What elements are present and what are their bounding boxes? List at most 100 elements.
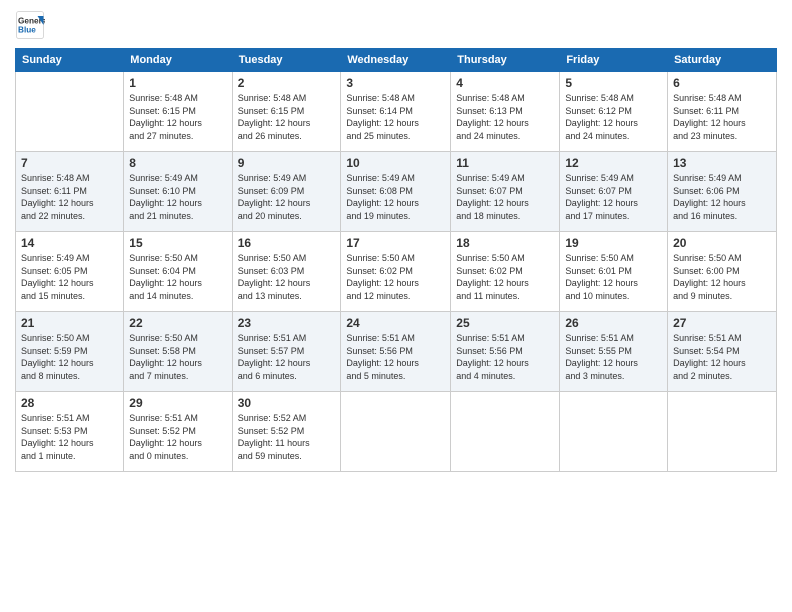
calendar-cell: 1 Sunrise: 5:48 AM Sunset: 6:15 PM Daylig… — [124, 72, 232, 152]
calendar-cell: 29Sunrise: 5:51 AM Sunset: 5:52 PM Dayli… — [124, 392, 232, 472]
calendar-cell: 11 Sunrise: 5:49 AM Sunset: 6:07 PM Dayli… — [451, 152, 560, 232]
calendar-cell: 10 Sunrise: 5:49 AM Sunset: 6:08 PM Dayli… — [341, 152, 451, 232]
calendar-cell: 19Sunrise: 5:50 AM Sunset: 6:01 PM Dayli… — [560, 232, 668, 312]
weekday-header-sunday: Sunday — [16, 49, 124, 72]
day-info: Sunrise: 5:49 AM Sunset: 6:06 PM Dayligh… — [673, 172, 771, 222]
day-number: 18 — [456, 236, 554, 250]
day-number: 5 — [565, 76, 662, 90]
calendar-cell — [451, 392, 560, 472]
day-number: 3 — [346, 76, 445, 90]
day-number: 11 — [456, 156, 554, 170]
calendar-cell: 27Sunrise: 5:51 AM Sunset: 5:54 PM Dayli… — [668, 312, 777, 392]
day-number: 29 — [129, 396, 226, 410]
day-info: Sunrise: 5:50 AM Sunset: 5:59 PM Dayligh… — [21, 332, 118, 382]
day-info: Sunrise: 5:51 AM Sunset: 5:55 PM Dayligh… — [565, 332, 662, 382]
header: General Blue — [15, 10, 777, 40]
calendar-cell: 30Sunrise: 5:52 AM Sunset: 5:52 PM Dayli… — [232, 392, 341, 472]
logo: General Blue — [15, 10, 45, 40]
weekday-header-row: SundayMondayTuesdayWednesdayThursdayFrid… — [16, 49, 777, 72]
day-number: 9 — [238, 156, 336, 170]
day-number: 13 — [673, 156, 771, 170]
day-number: 8 — [129, 156, 226, 170]
weekday-header-monday: Monday — [124, 49, 232, 72]
calendar-cell: 25 Sunrise: 5:51 AM Sunset: 5:56 PM Dayli… — [451, 312, 560, 392]
calendar-cell: 16 Sunrise: 5:50 AM Sunset: 6:03 PM Dayli… — [232, 232, 341, 312]
day-info: Sunrise: 5:49 AM Sunset: 6:07 PM Dayligh… — [456, 172, 554, 222]
day-number: 2 — [238, 76, 336, 90]
day-number: 6 — [673, 76, 771, 90]
calendar-week-4: 21 Sunrise: 5:50 AM Sunset: 5:59 PM Dayli… — [16, 312, 777, 392]
day-number: 19 — [565, 236, 662, 250]
day-number: 24 — [346, 316, 445, 330]
day-number: 30 — [238, 396, 336, 410]
day-info: Sunrise: 5:48 AM Sunset: 6:14 PM Dayligh… — [346, 92, 445, 142]
weekday-header-thursday: Thursday — [451, 49, 560, 72]
day-info: Sunrise: 5:50 AM Sunset: 6:03 PM Dayligh… — [238, 252, 336, 302]
weekday-header-friday: Friday — [560, 49, 668, 72]
day-number: 14 — [21, 236, 118, 250]
page: General Blue SundayMondayTuesdayWednesda… — [0, 0, 792, 612]
calendar-cell: 2 Sunrise: 5:48 AM Sunset: 6:15 PM Daylig… — [232, 72, 341, 152]
day-number: 27 — [673, 316, 771, 330]
calendar-week-5: 28 Sunrise: 5:51 AM Sunset: 5:53 PM Dayli… — [16, 392, 777, 472]
day-number: 1 — [129, 76, 226, 90]
day-number: 17 — [346, 236, 445, 250]
calendar-week-2: 7 Sunrise: 5:48 AM Sunset: 6:11 PM Daylig… — [16, 152, 777, 232]
calendar-cell — [341, 392, 451, 472]
calendar-cell: 3 Sunrise: 5:48 AM Sunset: 6:14 PM Daylig… — [341, 72, 451, 152]
day-number: 4 — [456, 76, 554, 90]
weekday-header-tuesday: Tuesday — [232, 49, 341, 72]
day-info: Sunrise: 5:50 AM Sunset: 6:02 PM Dayligh… — [456, 252, 554, 302]
calendar-cell: 21 Sunrise: 5:50 AM Sunset: 5:59 PM Dayli… — [16, 312, 124, 392]
calendar-cell: 18 Sunrise: 5:50 AM Sunset: 6:02 PM Dayli… — [451, 232, 560, 312]
day-number: 16 — [238, 236, 336, 250]
calendar-cell: 9 Sunrise: 5:49 AM Sunset: 6:09 PM Daylig… — [232, 152, 341, 232]
day-number: 26 — [565, 316, 662, 330]
calendar-cell: 5Sunrise: 5:48 AM Sunset: 6:12 PM Daylig… — [560, 72, 668, 152]
day-number: 10 — [346, 156, 445, 170]
day-info: Sunrise: 5:48 AM Sunset: 6:15 PM Dayligh… — [238, 92, 336, 142]
day-number: 28 — [21, 396, 118, 410]
svg-text:Blue: Blue — [18, 26, 36, 35]
day-info: Sunrise: 5:48 AM Sunset: 6:11 PM Dayligh… — [673, 92, 771, 142]
day-info: Sunrise: 5:51 AM Sunset: 5:56 PM Dayligh… — [346, 332, 445, 382]
calendar-cell — [16, 72, 124, 152]
calendar-cell — [560, 392, 668, 472]
day-info: Sunrise: 5:48 AM Sunset: 6:15 PM Dayligh… — [129, 92, 226, 142]
calendar-cell: 12 Sunrise: 5:49 AM Sunset: 6:07 PM Dayli… — [560, 152, 668, 232]
day-info: Sunrise: 5:50 AM Sunset: 5:58 PM Dayligh… — [129, 332, 226, 382]
day-number: 12 — [565, 156, 662, 170]
calendar-cell: 20Sunrise: 5:50 AM Sunset: 6:00 PM Dayli… — [668, 232, 777, 312]
day-info: Sunrise: 5:51 AM Sunset: 5:56 PM Dayligh… — [456, 332, 554, 382]
day-number: 21 — [21, 316, 118, 330]
calendar-table: SundayMondayTuesdayWednesdayThursdayFrid… — [15, 48, 777, 472]
day-info: Sunrise: 5:49 AM Sunset: 6:07 PM Dayligh… — [565, 172, 662, 222]
calendar-cell: 28 Sunrise: 5:51 AM Sunset: 5:53 PM Dayli… — [16, 392, 124, 472]
day-info: Sunrise: 5:49 AM Sunset: 6:10 PM Dayligh… — [129, 172, 226, 222]
calendar-week-1: 1 Sunrise: 5:48 AM Sunset: 6:15 PM Daylig… — [16, 72, 777, 152]
calendar-cell: 15Sunrise: 5:50 AM Sunset: 6:04 PM Dayli… — [124, 232, 232, 312]
day-number: 22 — [129, 316, 226, 330]
day-info: Sunrise: 5:49 AM Sunset: 6:09 PM Dayligh… — [238, 172, 336, 222]
day-info: Sunrise: 5:51 AM Sunset: 5:57 PM Dayligh… — [238, 332, 336, 382]
day-info: Sunrise: 5:48 AM Sunset: 6:11 PM Dayligh… — [21, 172, 118, 222]
weekday-header-wednesday: Wednesday — [341, 49, 451, 72]
day-number: 15 — [129, 236, 226, 250]
calendar-cell: 22 Sunrise: 5:50 AM Sunset: 5:58 PM Dayli… — [124, 312, 232, 392]
day-number: 23 — [238, 316, 336, 330]
day-info: Sunrise: 5:49 AM Sunset: 6:08 PM Dayligh… — [346, 172, 445, 222]
day-number: 25 — [456, 316, 554, 330]
calendar-cell: 24 Sunrise: 5:51 AM Sunset: 5:56 PM Dayli… — [341, 312, 451, 392]
calendar-cell: 23 Sunrise: 5:51 AM Sunset: 5:57 PM Dayli… — [232, 312, 341, 392]
calendar-cell: 13 Sunrise: 5:49 AM Sunset: 6:06 PM Dayli… — [668, 152, 777, 232]
logo-icon: General Blue — [15, 10, 45, 40]
day-info: Sunrise: 5:48 AM Sunset: 6:13 PM Dayligh… — [456, 92, 554, 142]
day-number: 20 — [673, 236, 771, 250]
calendar-cell — [668, 392, 777, 472]
day-number: 7 — [21, 156, 118, 170]
day-info: Sunrise: 5:51 AM Sunset: 5:53 PM Dayligh… — [21, 412, 118, 462]
calendar-cell: 14Sunrise: 5:49 AM Sunset: 6:05 PM Dayli… — [16, 232, 124, 312]
weekday-header-saturday: Saturday — [668, 49, 777, 72]
calendar-week-3: 14Sunrise: 5:49 AM Sunset: 6:05 PM Dayli… — [16, 232, 777, 312]
calendar-cell: 6 Sunrise: 5:48 AM Sunset: 6:11 PM Daylig… — [668, 72, 777, 152]
